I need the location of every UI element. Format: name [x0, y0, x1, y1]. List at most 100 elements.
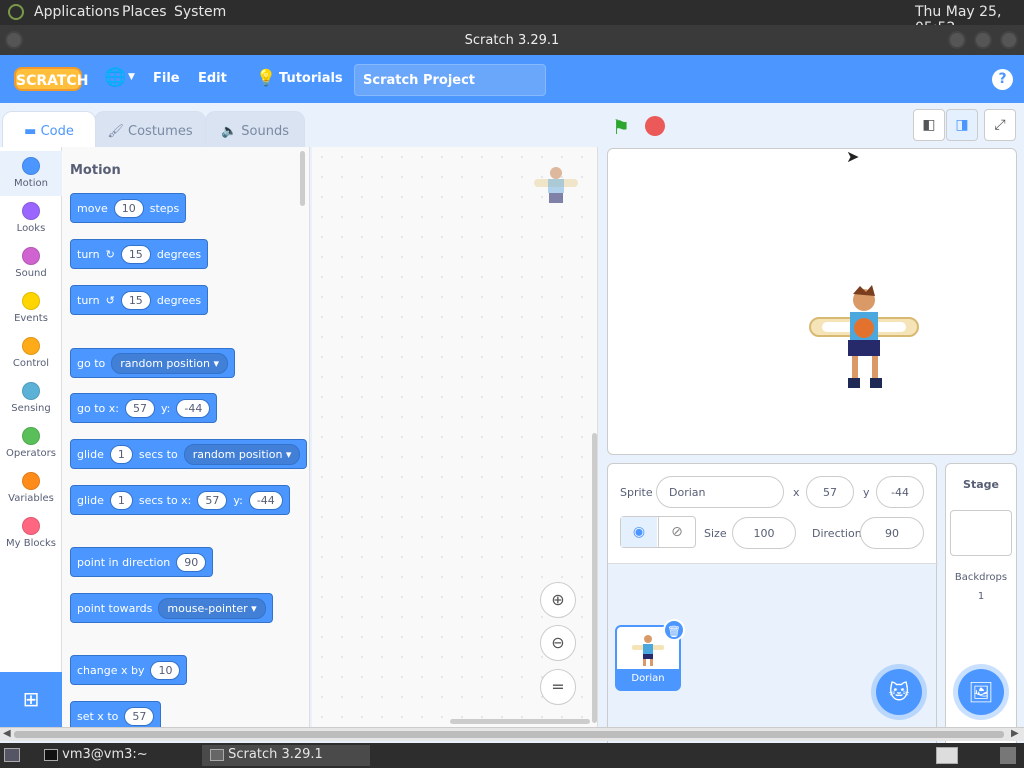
block-turn-left[interactable]: turn ↺ 15 degrees — [70, 285, 209, 315]
zoom-out-icon: ⊖ — [551, 633, 565, 652]
os-logo-icon[interactable] — [8, 4, 24, 20]
menu-places[interactable]: Places — [122, 4, 167, 20]
minimize-icon[interactable] — [948, 31, 966, 49]
secs-input[interactable]: 1 — [109, 490, 133, 510]
x-input[interactable]: 57 — [124, 398, 155, 418]
category-sound[interactable]: Sound — [0, 241, 62, 286]
size-field[interactable]: 100 — [732, 517, 796, 549]
backdrops-label: Backdrops — [954, 572, 1008, 583]
maximize-icon[interactable] — [974, 31, 992, 49]
delete-sprite-button[interactable]: 🗑 — [663, 619, 685, 641]
stage-canvas[interactable] — [607, 148, 1017, 455]
towards-dropdown[interactable]: mouse-pointer ▾ — [158, 597, 266, 619]
category-menu: Motion Looks Sound Events Control Sensin… — [0, 147, 62, 672]
category-my-blocks[interactable]: My Blocks — [0, 511, 62, 556]
block-glide-to[interactable]: glide 1 secs to random position ▾ — [70, 439, 308, 469]
scratch-logo[interactable]: SCRATCH — [14, 67, 88, 91]
green-flag-icon[interactable]: ⚑ — [612, 115, 630, 139]
cat-plus-icon: 🐱 — [888, 680, 910, 704]
add-extension-button[interactable]: ⊞ — [0, 672, 62, 727]
steps-input[interactable]: 10 — [113, 198, 144, 218]
scroll-thumb[interactable] — [14, 731, 1004, 738]
direction-input[interactable]: 90 — [176, 552, 207, 572]
window-title: Scratch 3.29.1 — [464, 33, 560, 48]
block-change-x[interactable]: change x by 10 — [70, 655, 188, 685]
set-x-input[interactable]: 57 — [124, 706, 155, 726]
menu-system[interactable]: System — [174, 4, 226, 20]
project-title-input[interactable]: Scratch Project — [354, 64, 546, 96]
secs-input[interactable]: 1 — [109, 444, 133, 464]
scroll-right-icon[interactable]: ▶ — [1011, 728, 1019, 739]
close-icon[interactable] — [1000, 31, 1018, 49]
stop-icon[interactable] — [645, 116, 665, 136]
menu-tutorials[interactable]: Tutorials — [279, 71, 343, 86]
trash-tray-icon[interactable] — [1000, 747, 1016, 764]
zoom-reset-button[interactable]: = — [540, 669, 576, 705]
backdrops-count: 1 — [977, 591, 985, 602]
show-eye-icon[interactable]: ◉ — [621, 517, 657, 547]
degrees-input[interactable]: 15 — [120, 290, 151, 310]
menu-file[interactable]: File — [153, 71, 180, 86]
fullscreen-icon: ⤢ — [994, 117, 1006, 133]
target-dropdown[interactable]: random position ▾ — [111, 352, 229, 374]
category-sensing[interactable]: Sensing — [0, 376, 62, 421]
x-field[interactable]: 57 — [806, 476, 854, 508]
menu-edit[interactable]: Edit — [198, 71, 227, 86]
x-input[interactable]: 57 — [197, 490, 228, 510]
sprite-name-field[interactable]: Dorian — [656, 476, 784, 508]
add-sprite-button[interactable]: 🐱 — [876, 669, 922, 715]
operators-dot-icon — [22, 427, 40, 445]
control-dot-icon — [22, 337, 40, 355]
menu-applications[interactable]: Applications — [34, 4, 120, 20]
block-go-to[interactable]: go to random position ▾ — [70, 348, 236, 378]
category-events[interactable]: Events — [0, 286, 62, 331]
y-input[interactable]: -44 — [176, 398, 211, 418]
normal-stage-button[interactable]: ◨ — [946, 109, 978, 141]
tab-costumes[interactable]: 🖌 Costumes — [94, 111, 206, 147]
scroll-left-icon[interactable]: ◀ — [3, 728, 11, 739]
workspace-h-scrollbar[interactable] — [450, 719, 590, 724]
palette-scrollbar[interactable] — [300, 151, 305, 206]
add-backdrop-button[interactable]: 🖼 — [958, 669, 1004, 715]
block-move-steps[interactable]: move 10 steps — [70, 193, 187, 223]
direction-field[interactable]: 90 — [860, 517, 924, 549]
size-label: Size — [704, 527, 727, 540]
zoom-reset-icon: = — [551, 677, 565, 696]
category-looks[interactable]: Looks — [0, 196, 62, 241]
taskbar-terminal[interactable]: vm3@vm3:~ — [36, 745, 196, 766]
block-set-x[interactable]: set x to 57 — [70, 701, 162, 727]
zoom-out-button[interactable]: ⊖ — [540, 625, 576, 661]
workspace-v-scrollbar[interactable] — [592, 433, 597, 723]
show-desktop-icon[interactable] — [4, 748, 20, 762]
globe-icon[interactable]: 🌐 — [104, 67, 126, 88]
small-stage-button[interactable]: ◧ — [913, 109, 945, 141]
target-dropdown[interactable]: random position ▾ — [183, 443, 301, 465]
window-menu-icon[interactable] — [5, 31, 23, 49]
window-h-scrollbar[interactable]: ◀ ▶ — [0, 727, 1024, 741]
tab-sounds[interactable]: 🔈 Sounds — [205, 111, 305, 147]
category-variables[interactable]: Variables — [0, 466, 62, 511]
block-glide-to-xy[interactable]: glide 1 secs to x: 57 y: -44 — [70, 485, 290, 515]
tab-code[interactable]: ▬ Code — [2, 111, 96, 147]
fullscreen-button[interactable]: ⤢ — [984, 109, 1016, 141]
y-input[interactable]: -44 — [248, 490, 283, 510]
block-point-towards[interactable]: point towards mouse-pointer ▾ — [70, 593, 273, 623]
hide-eye-icon[interactable]: ⊘ — [658, 517, 695, 547]
change-x-input[interactable]: 10 — [150, 660, 181, 680]
y-field[interactable]: -44 — [876, 476, 924, 508]
rotate-right-icon: ↻ — [105, 247, 115, 261]
category-control[interactable]: Control — [0, 331, 62, 376]
help-icon[interactable]: ? — [992, 69, 1013, 90]
category-operators[interactable]: Operators — [0, 421, 62, 466]
block-turn-right[interactable]: turn ↻ 15 degrees — [70, 239, 209, 269]
degrees-input[interactable]: 15 — [120, 244, 151, 264]
dorian-sprite[interactable] — [808, 284, 920, 400]
workspace-switcher-icon[interactable] — [936, 747, 958, 764]
window-icon — [210, 748, 224, 761]
zoom-in-button[interactable]: ⊕ — [540, 582, 576, 618]
category-motion[interactable]: Motion — [0, 151, 62, 196]
block-go-to-xy[interactable]: go to x: 57 y: -44 — [70, 393, 218, 423]
taskbar-scratch[interactable]: Scratch 3.29.1 — [202, 745, 370, 766]
block-point-in-direction[interactable]: point in direction 90 — [70, 547, 214, 577]
stage-thumbnail[interactable] — [950, 510, 1012, 556]
